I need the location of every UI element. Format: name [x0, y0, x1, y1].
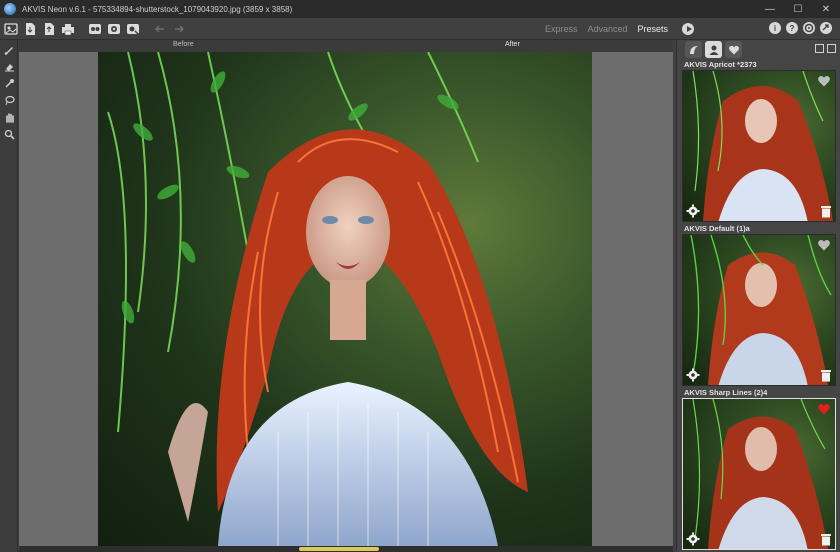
image-canvas[interactable]	[19, 52, 673, 546]
save-settings-icon[interactable]	[125, 22, 141, 36]
run-button[interactable]	[682, 23, 694, 35]
load-settings-icon[interactable]	[106, 22, 122, 36]
minimize-button[interactable]: —	[756, 0, 784, 18]
export-icon[interactable]	[41, 22, 57, 36]
tab-all-presets[interactable]	[685, 41, 702, 58]
portrait-illustration	[107, 52, 529, 546]
preset-item[interactable]: AKVIS Default (1)a	[680, 224, 837, 386]
title-bar: AKVIS Neon v.6.1 - 575334894-shutterstoc…	[0, 0, 840, 18]
preset-thumbnail[interactable]	[682, 234, 836, 386]
preset-preview-image	[690, 235, 832, 385]
delete-preset-icon[interactable]	[820, 368, 832, 382]
preset-preview-image	[692, 399, 828, 549]
presets-panel: AKVIS Apricot *2373 AKVIS Default (1)a A…	[676, 40, 840, 552]
preset-thumbnail[interactable]	[682, 70, 836, 222]
favorite-heart-icon[interactable]	[817, 238, 831, 252]
scroll-thumb[interactable]	[299, 547, 379, 551]
list-view-icon[interactable]	[815, 44, 824, 53]
settings-gear-icon[interactable]	[803, 22, 815, 34]
help-icon[interactable]: ?	[786, 22, 798, 34]
close-button[interactable]: ✕	[812, 0, 840, 18]
tab-presets[interactable]: Presets	[637, 24, 668, 34]
preset-item[interactable]: AKVIS Apricot *2373	[680, 60, 837, 222]
mode-tabs: Express Advanced Presets	[545, 18, 694, 40]
preset-settings-gear-icon[interactable]	[686, 368, 700, 382]
preset-settings-gear-icon[interactable]	[686, 532, 700, 546]
app-logo-icon	[4, 3, 16, 15]
share-icon[interactable]	[820, 22, 832, 34]
preset-item[interactable]: AKVIS Sharp Lines (2)4	[680, 388, 837, 550]
view-mode-icons	[815, 44, 836, 53]
print-icon[interactable]	[60, 22, 76, 36]
dropper-icon[interactable]	[1, 75, 17, 91]
toolbar: Express Advanced Presets i ?	[0, 18, 840, 40]
preset-settings-gear-icon[interactable]	[686, 204, 700, 218]
app-window: AKVIS Neon v.6.1 - 575334894-shutterstoc…	[0, 0, 840, 552]
grid-view-icon[interactable]	[827, 44, 836, 53]
before-after-tabs: Before After	[19, 40, 673, 52]
open-icon[interactable]	[3, 22, 19, 36]
delete-preset-icon[interactable]	[820, 532, 832, 546]
favorite-heart-icon[interactable]	[817, 74, 831, 88]
preset-title: AKVIS Default (1)a	[684, 224, 750, 233]
maximize-button[interactable]: ☐	[784, 0, 812, 18]
tab-favorite-presets[interactable]	[725, 41, 742, 58]
help-icons: i ?	[769, 22, 832, 34]
window-title: AKVIS Neon v.6.1 - 575334894-shutterstoc…	[22, 4, 293, 14]
tab-before[interactable]: Before	[173, 41, 194, 48]
brush-icon[interactable]	[1, 41, 17, 57]
favorite-heart-icon[interactable]	[817, 402, 831, 416]
info-icon[interactable]: i	[769, 22, 781, 34]
eraser-icon[interactable]	[1, 58, 17, 74]
delete-preset-icon[interactable]	[820, 204, 832, 218]
batch-icon[interactable]	[87, 22, 103, 36]
lasso-icon[interactable]	[1, 92, 17, 108]
undo-icon[interactable]	[152, 22, 168, 36]
preset-category-tabs	[685, 41, 742, 58]
redo-icon[interactable]	[171, 22, 187, 36]
window-controls: — ☐ ✕	[756, 0, 840, 18]
tab-express[interactable]: Express	[545, 24, 578, 34]
preset-title: AKVIS Apricot *2373	[684, 60, 757, 69]
preset-title: AKVIS Sharp Lines (2)4	[684, 388, 768, 397]
zoom-icon[interactable]	[1, 126, 17, 142]
save-icon[interactable]	[22, 22, 38, 36]
preset-preview-image	[692, 71, 833, 221]
tool-strip	[0, 40, 18, 552]
neon-portrait-image	[98, 52, 592, 546]
hand-icon[interactable]	[1, 109, 17, 125]
preset-thumbnail[interactable]	[682, 398, 836, 550]
horizontal-scrollbar[interactable]	[19, 546, 673, 552]
tab-advanced[interactable]: Advanced	[587, 24, 627, 34]
tab-after[interactable]: After	[505, 41, 520, 48]
tab-user-presets[interactable]	[705, 41, 722, 58]
